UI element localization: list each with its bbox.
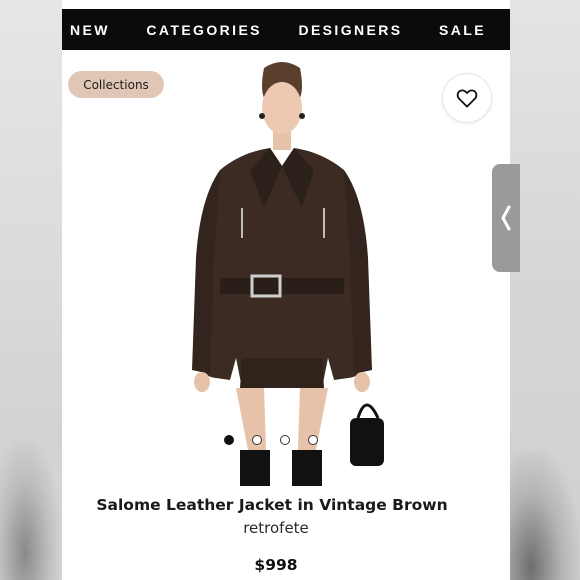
collections-badge[interactable]: Collections <box>68 71 164 98</box>
heart-icon <box>456 89 478 108</box>
product-title[interactable]: Salome Leather Jacket in Vintage Brown <box>62 496 482 514</box>
backdrop-right <box>510 0 580 580</box>
top-nav: NEW CATEGORIES DESIGNERS SALE <box>62 9 510 50</box>
jacket-belt <box>220 278 344 294</box>
product-designer[interactable]: retrofete <box>62 519 490 537</box>
jacket-hem <box>240 358 324 388</box>
nav-item-sale[interactable]: SALE <box>439 22 486 38</box>
carousel-dot-1[interactable] <box>224 435 234 445</box>
carousel-indicators <box>224 435 318 445</box>
model-earring-left <box>259 113 265 119</box>
model-boot-right <box>292 450 322 486</box>
carousel-dot-4[interactable] <box>308 435 318 445</box>
model-hand-left <box>194 372 210 392</box>
carousel-dot-3[interactable] <box>280 435 290 445</box>
handbag-strap <box>356 403 380 419</box>
model-earring-right <box>299 113 305 119</box>
product-image[interactable] <box>152 58 412 486</box>
jacket <box>198 148 366 388</box>
model-face <box>262 82 302 134</box>
chevron-left-icon <box>501 205 511 231</box>
side-panel-toggle[interactable] <box>492 164 520 272</box>
carousel-dot-2[interactable] <box>252 435 262 445</box>
handbag <box>350 418 384 466</box>
product-price: $998 <box>254 556 298 574</box>
product-page: NEW CATEGORIES DESIGNERS SALE Collection… <box>62 0 510 580</box>
favorite-button[interactable] <box>442 73 492 123</box>
nav-item-new[interactable]: NEW <box>70 22 110 38</box>
model-boot-left <box>240 450 270 486</box>
model-hand-right <box>354 372 370 392</box>
nav-item-categories[interactable]: CATEGORIES <box>146 22 262 38</box>
nav-item-designers[interactable]: DESIGNERS <box>298 22 402 38</box>
backdrop-left <box>0 0 62 580</box>
